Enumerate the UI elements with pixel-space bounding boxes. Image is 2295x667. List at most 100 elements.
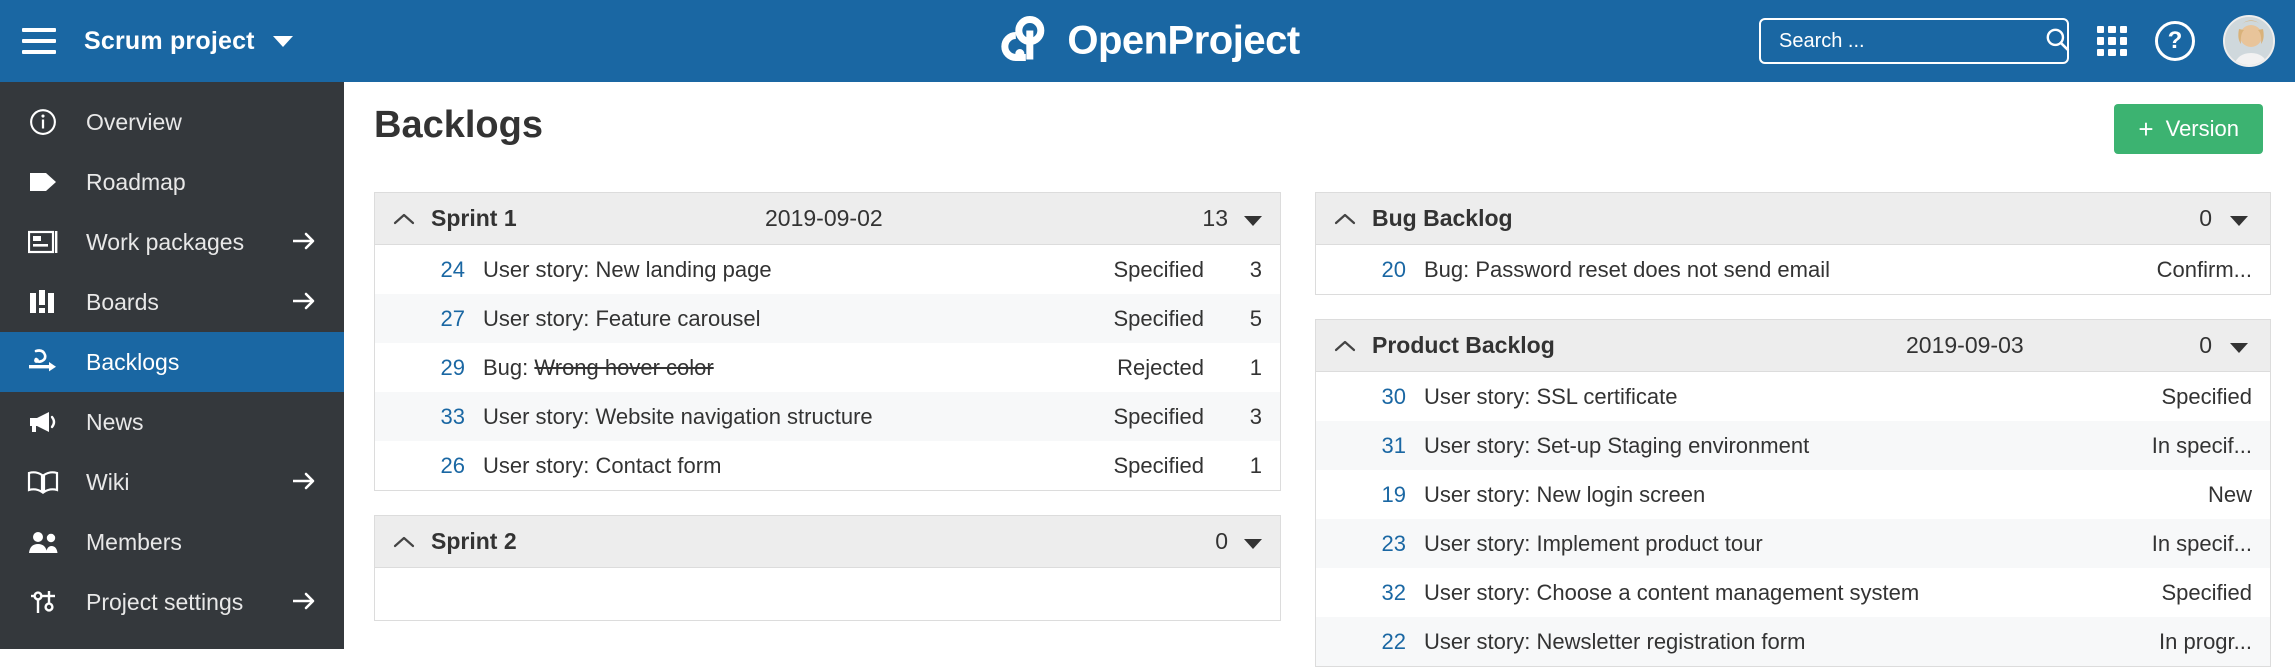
chevron-up-icon[interactable]: [391, 535, 417, 549]
row-story-points[interactable]: 1: [1218, 453, 1280, 479]
row-subject[interactable]: Bug: Wrong hover color: [483, 355, 1038, 381]
chevron-down-icon[interactable]: [272, 35, 293, 47]
row-id-link[interactable]: 26: [375, 453, 483, 479]
backlog-name: Bug Backlog: [1372, 205, 1513, 231]
row-id-link[interactable]: 30: [1316, 384, 1424, 410]
sidebar-item-work-packages[interactable]: Work packages: [0, 212, 344, 272]
row-status[interactable]: In progr...: [2030, 629, 2270, 655]
row-status[interactable]: Specified: [2030, 384, 2270, 410]
sidebar-item-news[interactable]: News: [0, 392, 344, 452]
row-id-link[interactable]: 23: [1316, 531, 1424, 557]
row-subject[interactable]: User story: Set-up Staging environment: [1424, 433, 2030, 459]
sidebar-item-roadmap[interactable]: Roadmap: [0, 152, 344, 212]
row-status[interactable]: In specif...: [2030, 433, 2270, 459]
caret-down-icon[interactable]: [2230, 216, 2248, 226]
table-row[interactable]: 23 User story: Implement product tour In s…: [1316, 519, 2270, 568]
sidebar-item-members[interactable]: Members: [0, 512, 344, 572]
members-icon: [26, 525, 60, 559]
sidebar-item-label: Boards: [86, 288, 159, 315]
row-id-link[interactable]: 32: [1316, 580, 1424, 606]
sidebar-item-backlogs[interactable]: Backlogs: [0, 332, 344, 392]
chevron-up-icon[interactable]: [1332, 339, 1358, 353]
row-subject[interactable]: User story: SSL certificate: [1424, 384, 2030, 410]
chevron-up-icon[interactable]: [391, 212, 417, 226]
backlog-header: Bug Backlog 0: [1316, 193, 2270, 245]
sidebar-item-boards[interactable]: Boards: [0, 272, 344, 332]
row-subject[interactable]: Bug: Password reset does not send email: [1424, 257, 2030, 283]
table-row[interactable]: 30 User story: SSL certificate Specified: [1316, 372, 2270, 421]
table-row[interactable]: 26 User story: Contact form Specified 1: [375, 441, 1280, 490]
search-input[interactable]: [1779, 29, 2044, 53]
table-row[interactable]: 22 User story: Newsletter registration fo…: [1316, 617, 2270, 666]
row-subject[interactable]: User story: Implement product tour: [1424, 531, 2030, 557]
search-icon[interactable]: [2044, 26, 2070, 57]
search-box[interactable]: [1759, 18, 2070, 64]
row-subject-text: User story: Implement product tour: [1424, 530, 1763, 556]
row-status[interactable]: Specified: [1038, 404, 1218, 430]
row-id-link[interactable]: 24: [375, 257, 483, 283]
row-status[interactable]: Specified: [1038, 257, 1218, 283]
sidebar-item-overview[interactable]: Overview: [0, 92, 344, 152]
row-subject[interactable]: User story: Website navigation structure: [483, 404, 1038, 430]
row-status[interactable]: In specif...: [2030, 531, 2270, 557]
boards-icon: [26, 285, 60, 319]
arrow-right-icon[interactable]: [292, 230, 316, 254]
row-status[interactable]: Rejected: [1038, 355, 1218, 381]
row-story-points[interactable]: 3: [1218, 257, 1280, 283]
row-subject-text: User story: Set-up Staging environment: [1424, 432, 1810, 458]
row-status[interactable]: Specified: [1038, 453, 1218, 479]
grid-modules-icon[interactable]: [2097, 26, 2127, 56]
row-subject[interactable]: User story: Feature carousel: [483, 306, 1038, 332]
row-id-link[interactable]: 20: [1316, 257, 1424, 283]
row-subject[interactable]: User story: Choose a content management …: [1424, 580, 2030, 606]
row-story-points[interactable]: 5: [1218, 306, 1280, 332]
backlog-sprint-1: Sprint 1 2019-09-02 13 24 User story: New la…: [374, 192, 1281, 491]
chevron-up-icon[interactable]: [1332, 212, 1358, 226]
row-story-points[interactable]: 1: [1218, 355, 1280, 381]
arrow-right-icon[interactable]: [292, 290, 316, 314]
settings-gear-icon: [26, 585, 60, 619]
table-row[interactable]: 31 User story: Set-up Staging environment…: [1316, 421, 2270, 470]
table-row[interactable]: 33 User story: Website navigation structu…: [375, 392, 1280, 441]
row-subject[interactable]: User story: Contact form: [483, 453, 1038, 479]
table-row[interactable]: 20 Bug: Password reset does not send emai…: [1316, 245, 2270, 294]
add-version-button[interactable]: + Version: [2114, 104, 2263, 154]
backlog-sprint-2: Sprint 2 0: [374, 515, 1281, 621]
row-subject[interactable]: User story: New login screen: [1424, 482, 2030, 508]
row-status[interactable]: Confirm...: [2030, 257, 2270, 283]
row-status[interactable]: Specified: [2030, 580, 2270, 606]
arrow-right-icon[interactable]: [292, 590, 316, 614]
row-subject[interactable]: User story: New landing page: [483, 257, 1038, 283]
sidebar-item-label: Backlogs: [86, 348, 180, 375]
project-name[interactable]: Scrum project: [84, 27, 255, 56]
work-package-icon: [26, 225, 60, 259]
table-row[interactable]: 32 User story: Choose a content managemen…: [1316, 568, 2270, 617]
header-actions: ?: [1759, 15, 2275, 67]
row-id-link[interactable]: 31: [1316, 433, 1424, 459]
caret-down-icon[interactable]: [1244, 216, 1262, 226]
row-status[interactable]: New: [2030, 482, 2270, 508]
table-row[interactable]: 27 User story: Feature carousel Specified 5: [375, 294, 1280, 343]
row-status[interactable]: Specified: [1038, 306, 1218, 332]
row-id-link[interactable]: 33: [375, 404, 483, 430]
arrow-right-icon[interactable]: [292, 470, 316, 494]
caret-down-icon[interactable]: [2230, 343, 2248, 353]
sidebar-item-wiki[interactable]: Wiki: [0, 452, 344, 512]
row-story-points[interactable]: 3: [1218, 404, 1280, 430]
row-id-link[interactable]: 29: [375, 355, 483, 381]
help-icon[interactable]: ?: [2155, 21, 2195, 61]
openproject-logo[interactable]: OpenProject: [995, 15, 1300, 67]
row-id-link[interactable]: 27: [375, 306, 483, 332]
sidebar-item-project-settings[interactable]: Project settings: [0, 572, 344, 632]
backlog-count: 13: [1202, 205, 1228, 231]
table-row[interactable]: 29 Bug: Wrong hover color Rejected 1: [375, 343, 1280, 392]
table-row[interactable]: 24 User story: New landing page Specified 3: [375, 245, 1280, 294]
user-avatar[interactable]: [2223, 15, 2275, 67]
hamburger-icon[interactable]: [22, 28, 56, 54]
row-subject[interactable]: User story: Newsletter registration form: [1424, 629, 2030, 655]
row-subject-struck: Wrong hover color: [534, 354, 714, 380]
row-id-link[interactable]: 19: [1316, 482, 1424, 508]
row-id-link[interactable]: 22: [1316, 629, 1424, 655]
caret-down-icon[interactable]: [1244, 539, 1262, 549]
table-row[interactable]: 19 User story: New login screen New: [1316, 470, 2270, 519]
